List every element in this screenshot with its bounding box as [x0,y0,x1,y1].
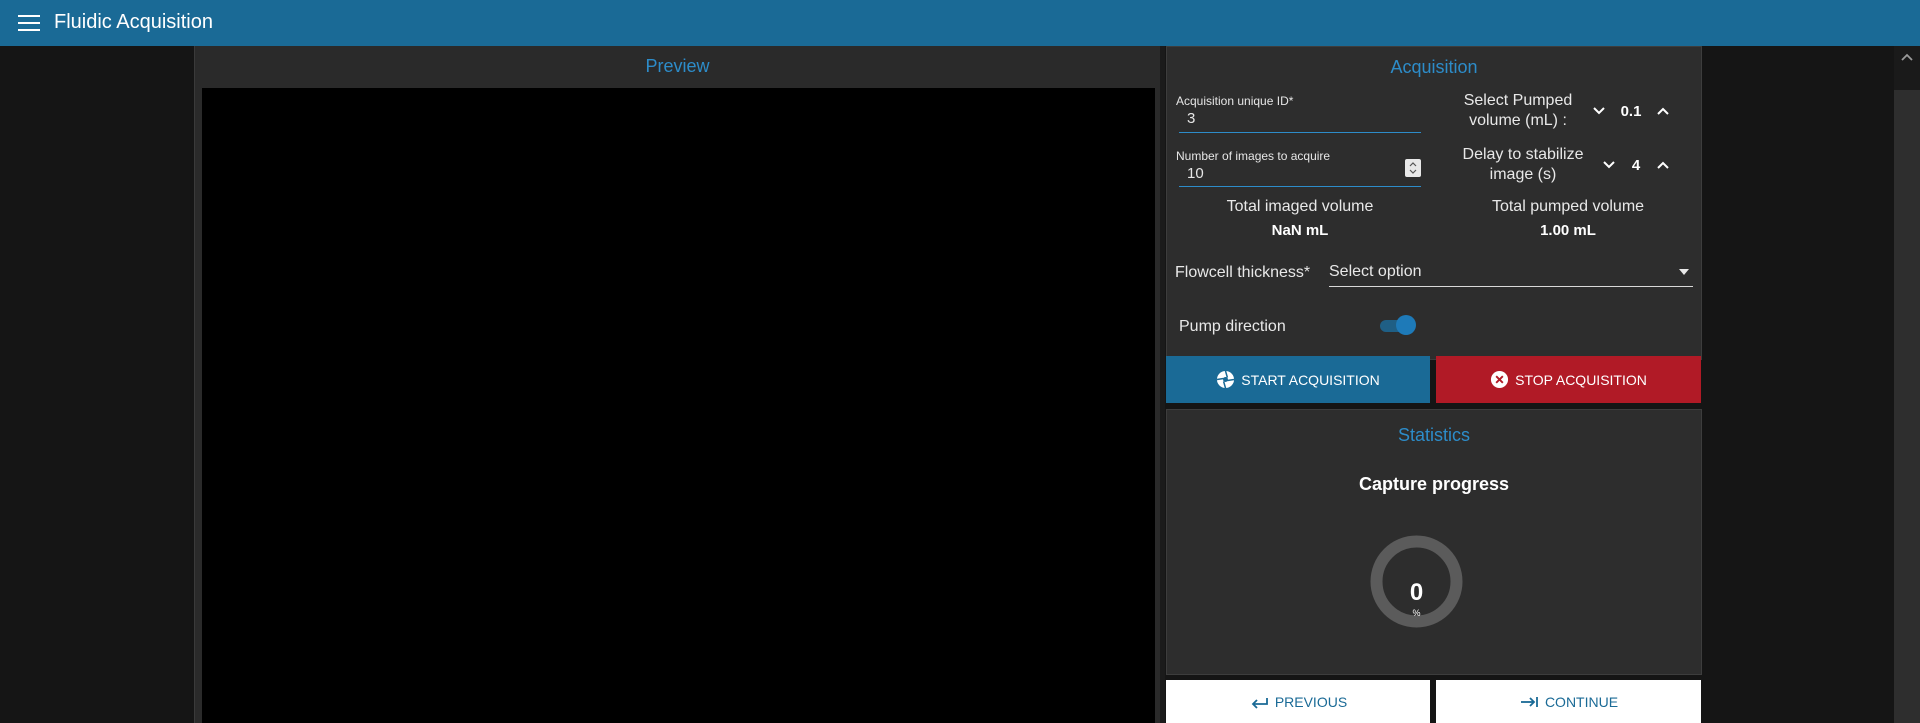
pane-divider [1160,46,1165,723]
num-images-label: Number of images to acquire [1176,149,1331,163]
scroll-up-icon[interactable] [1897,50,1917,64]
acquisition-title: Acquisition [1390,57,1478,77]
flowcell-label: Flowcell thickness* [1175,264,1311,281]
total-pumped-value: 1.00 mL [1540,222,1596,239]
start-acquisition-label: START ACQUISITION [1241,371,1380,388]
chevron-down-icon[interactable] [1598,154,1620,176]
app-header: Fluidic Acquisition [0,0,1920,46]
num-images-value[interactable]: 10 [1187,165,1421,182]
previous-label: PREVIOUS [1274,693,1348,710]
chevron-down-icon[interactable] [1588,100,1610,122]
acquisition-panel: Acquisition Acquisition unique ID* 3 Num… [1166,46,1702,360]
pumped-volume-stepper: Select Pumped volume (mL) : 0.1 [1450,91,1674,131]
total-pumped-label: Total pumped volume [1491,198,1645,215]
progress-donut: 0 % [1370,535,1463,628]
delay-label-line1: Delay to stabilize [1462,146,1584,163]
delay-stepper: Delay to stabilize image (s) 4 [1450,145,1674,185]
preview-image [202,88,1155,723]
flowcell-select[interactable]: Select option [1329,263,1693,287]
preview-title: Preview [645,56,710,76]
delay-value: 4 [1631,156,1641,174]
close-circle-icon [1491,370,1509,389]
chevron-up-icon[interactable] [1652,154,1674,176]
delay-label-line2: image (s) [1489,166,1557,183]
acquisition-id-field[interactable]: Acquisition unique ID* 3 [1176,94,1421,133]
capture-progress-title: Capture progress [1358,474,1510,494]
arrow-return-left-icon [1251,697,1268,709]
statistics-title: Statistics [1397,425,1471,445]
num-images-field[interactable]: Number of images to acquire 10 [1176,149,1421,187]
field-underline [1179,186,1421,187]
continue-button[interactable]: CONTINUE [1436,680,1701,723]
flowcell-select-value: Select option [1329,263,1422,280]
camera-aperture-icon [1217,370,1235,389]
toggle-knob [1396,315,1416,335]
stop-acquisition-label: STOP ACQUISITION [1515,371,1647,388]
app-title: Fluidic Acquisition [54,10,213,33]
preview-pane: Preview [194,46,1160,723]
dropdown-arrow-icon [1679,269,1689,275]
scrollbar-thumb[interactable] [1894,90,1920,723]
progress-unit: % [1412,608,1421,618]
delay-label: Delay to stabilize image (s) [1450,145,1596,185]
continue-label: CONTINUE [1544,693,1619,710]
start-acquisition-button[interactable]: START ACQUISITION [1166,356,1430,403]
acquisition-id-value[interactable]: 3 [1187,110,1421,127]
chevron-up-icon[interactable] [1652,100,1674,122]
acquisition-id-label: Acquisition unique ID* [1176,94,1294,108]
statistics-panel: Statistics Capture progress 0 % [1166,409,1702,675]
pumped-volume-label-line2: volume (mL) : [1469,112,1567,129]
number-spinner-icon[interactable] [1405,159,1421,177]
pump-direction-label: Pump direction [1179,318,1286,335]
pumped-volume-label: Select Pumped volume (mL) : [1450,91,1586,131]
stop-acquisition-button[interactable]: STOP ACQUISITION [1436,356,1701,403]
pump-direction-toggle[interactable] [1380,315,1416,335]
pumped-volume-label-line1: Select Pumped [1463,92,1573,109]
hamburger-menu-icon[interactable] [18,15,40,31]
progress-value: 0 [1409,579,1424,606]
total-imaged-value: NaN mL [1271,222,1329,239]
previous-button[interactable]: PREVIOUS [1166,680,1430,723]
arrow-right-to-bar-icon [1520,696,1538,707]
pumped-volume-value: 0.1 [1620,102,1642,120]
field-underline [1179,132,1421,133]
total-imaged-label: Total imaged volume [1226,198,1374,215]
